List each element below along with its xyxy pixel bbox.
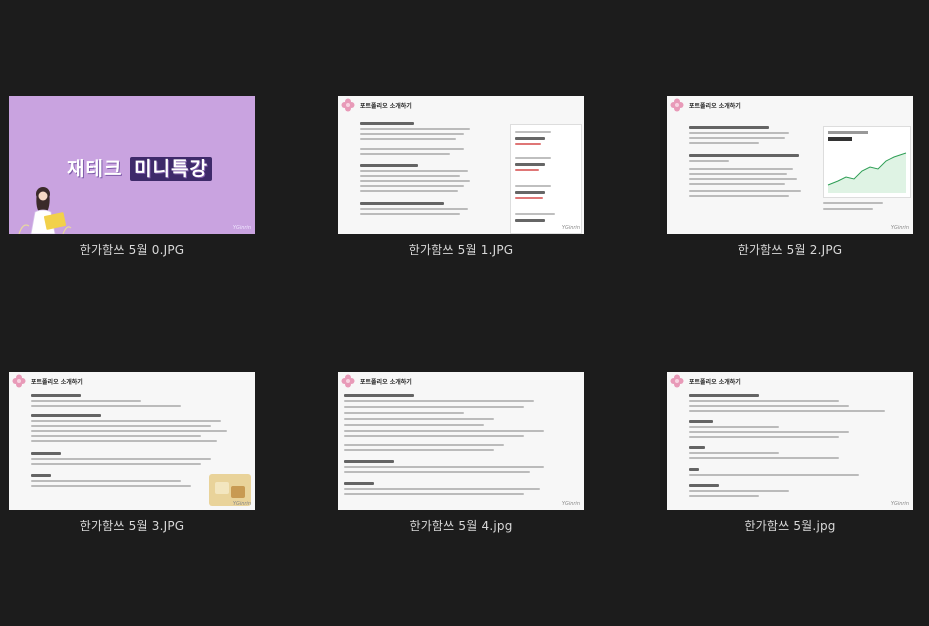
file-name[interactable]: 한가함쓰 5월 3.JPG: [9, 517, 255, 534]
file-name[interactable]: 한가함쓰 5월 2.JPG: [667, 241, 913, 258]
girl-illustration-icon: [18, 187, 72, 234]
flower-logo-icon: [670, 98, 684, 112]
slide-header: 포트폴리오 소개하기: [360, 103, 412, 110]
image-thumbnail[interactable]: 포트폴리오 소개하기 YGinrin: [338, 372, 584, 510]
file-name[interactable]: 한가함쓰 5월 0.JPG: [9, 241, 255, 258]
flower-logo-icon: [341, 374, 355, 388]
file-name[interactable]: 한가함쓰 5월 1.JPG: [338, 241, 584, 258]
slide-header: 포트폴리오 소개하기: [689, 103, 741, 110]
slide-logo: YGinrin: [890, 225, 909, 231]
image-thumbnail[interactable]: 포트폴리오 소개하기 YGinrin: [338, 96, 584, 234]
cover-title-part-1: 재테크: [67, 158, 131, 180]
file-name[interactable]: 한가함쓰 5월 4.jpg: [338, 517, 584, 534]
slide-logo: YGinrin: [890, 501, 909, 507]
account-screenshot: [510, 124, 582, 234]
flower-logo-icon: [670, 374, 684, 388]
image-thumbnail[interactable]: 포트폴리오 소개하기 YGinrin: [667, 96, 913, 234]
slide-header: 포트폴리오 소개하기: [360, 379, 412, 386]
slide-header: 포트폴리오 소개하기: [31, 379, 83, 386]
slide-logo: YGinrin: [232, 501, 251, 507]
image-thumbnail[interactable]: 포트폴리오 소개하기 YGinrin: [9, 372, 255, 510]
flower-logo-icon: [341, 98, 355, 112]
stock-chart-screenshot: [823, 126, 911, 198]
file-name[interactable]: 한가함쓰 5월.jpg: [667, 517, 913, 534]
slide-logo: YGinrin: [561, 501, 580, 507]
image-thumbnail[interactable]: 재테크 미니특강 YGinrin: [9, 96, 255, 234]
cover-title-part-2: 미니특강: [130, 157, 212, 181]
slide-header: 포트폴리오 소개하기: [689, 379, 741, 386]
image-thumbnail[interactable]: 포트폴리오 소개하기 YGinrin: [667, 372, 913, 510]
flower-logo-icon: [12, 374, 26, 388]
slide-logo: YGinrin: [232, 225, 251, 231]
slide-logo: YGinrin: [561, 225, 580, 231]
cover-title: 재테크 미니특강: [67, 154, 212, 181]
